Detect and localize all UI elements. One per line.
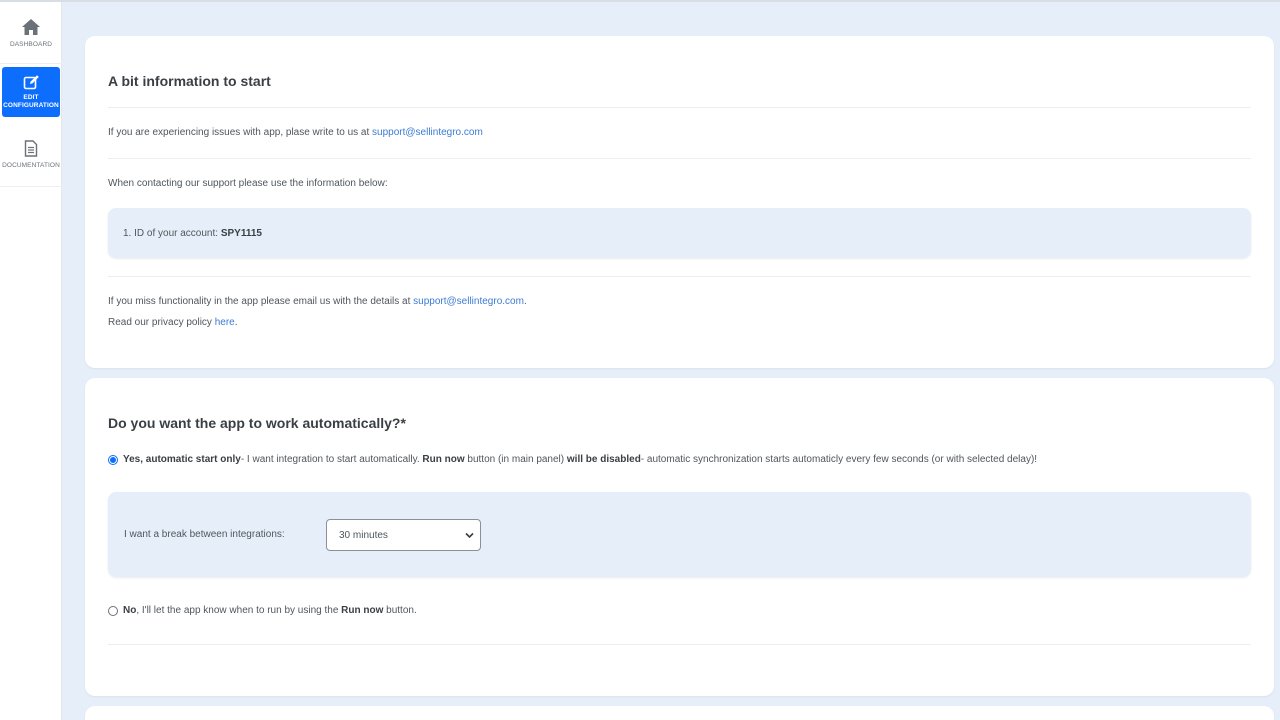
option-yes-text3: - automatic synchronization starts autom…	[640, 454, 1038, 465]
home-icon	[21, 18, 41, 36]
option-yes-row: Yes, automatic start only- I want integr…	[108, 454, 1037, 465]
account-id-row: 1. ID of your account: SPY1115	[123, 228, 262, 239]
option-yes-strong3: will be disabled	[566, 454, 641, 465]
account-id-value: SPY1115	[220, 228, 262, 239]
divider	[108, 276, 1251, 277]
missing-text-label: If you miss functionality in the app ple…	[108, 296, 414, 307]
info-card-title: A bit information to start	[108, 73, 271, 89]
divider	[108, 107, 1251, 108]
sidebar: DASHBOARD EDIT CONFIGURATION DOCUMENTATI…	[0, 2, 62, 720]
contact-text: When contacting our support please use t…	[108, 178, 388, 189]
sidebar-item-edit-configuration[interactable]: EDIT CONFIGURATION	[2, 67, 60, 117]
automation-card-title: Do you want the app to work automaticall…	[108, 415, 406, 431]
missing-suffix: .	[523, 296, 527, 307]
sidebar-item-dashboard[interactable]: DASHBOARD	[0, 2, 62, 64]
option-yes-radio[interactable]	[108, 454, 118, 465]
issues-text: If you are experiencing issues with app,…	[108, 127, 483, 138]
option-no-text1: , I'll let the app know when to run by u…	[136, 605, 342, 616]
missing-functionality-text: If you miss functionality in the app ple…	[108, 296, 527, 307]
break-interval-value: 30 minutes	[339, 529, 388, 541]
edit-icon	[23, 74, 40, 91]
privacy-text: Read our privacy policy here.	[108, 317, 238, 328]
option-no-strong2: Run now	[341, 605, 384, 616]
next-card	[85, 706, 1274, 720]
option-yes-label[interactable]: Yes, automatic start only- I want integr…	[123, 454, 1037, 465]
break-settings-box: I want a break between integrations: 30 …	[108, 492, 1251, 577]
privacy-suffix: .	[234, 317, 238, 328]
top-border	[0, 0, 1280, 2]
document-icon	[24, 139, 38, 157]
divider	[108, 158, 1251, 159]
account-id-label: 1. ID of your account:	[123, 228, 221, 239]
option-yes-strong: Yes, automatic start only	[123, 454, 241, 465]
option-no-text2: button.	[383, 605, 417, 616]
missing-email-link[interactable]: support@sellintegro.com	[413, 296, 524, 307]
option-yes-text1: - I want integration to start automatica…	[240, 454, 423, 465]
chevron-down-icon	[465, 531, 474, 542]
info-card: A bit information to start If you are ex…	[85, 36, 1274, 368]
option-no-label[interactable]: No, I'll let the app know when to run by…	[123, 605, 417, 616]
option-no-radio[interactable]	[108, 605, 118, 616]
sidebar-item-documentation[interactable]: DOCUMENTATION	[0, 123, 62, 187]
sidebar-item-label: EDIT CONFIGURATION	[3, 94, 59, 109]
sidebar-item-label: DASHBOARD	[9, 41, 53, 48]
option-no-row: No, I'll let the app know when to run by…	[108, 605, 417, 616]
option-yes-text2: button (in main panel)	[464, 454, 567, 465]
account-info-box: 1. ID of your account: SPY1115	[108, 208, 1251, 258]
option-yes-strong2: Run now	[422, 454, 465, 465]
automation-card: Do you want the app to work automaticall…	[85, 378, 1274, 696]
issues-text-label: If you are experiencing issues with app,…	[108, 127, 373, 138]
support-email-link[interactable]: support@sellintegro.com	[372, 127, 483, 138]
break-interval-select[interactable]: 30 minutes	[326, 519, 481, 551]
option-no-strong: No	[123, 605, 137, 616]
sidebar-item-label: DOCUMENTATION	[2, 161, 60, 169]
break-label: I want a break between integrations:	[124, 529, 285, 540]
privacy-policy-link[interactable]: here	[215, 317, 235, 328]
privacy-text-label: Read our privacy policy	[108, 317, 215, 328]
divider	[108, 644, 1251, 645]
